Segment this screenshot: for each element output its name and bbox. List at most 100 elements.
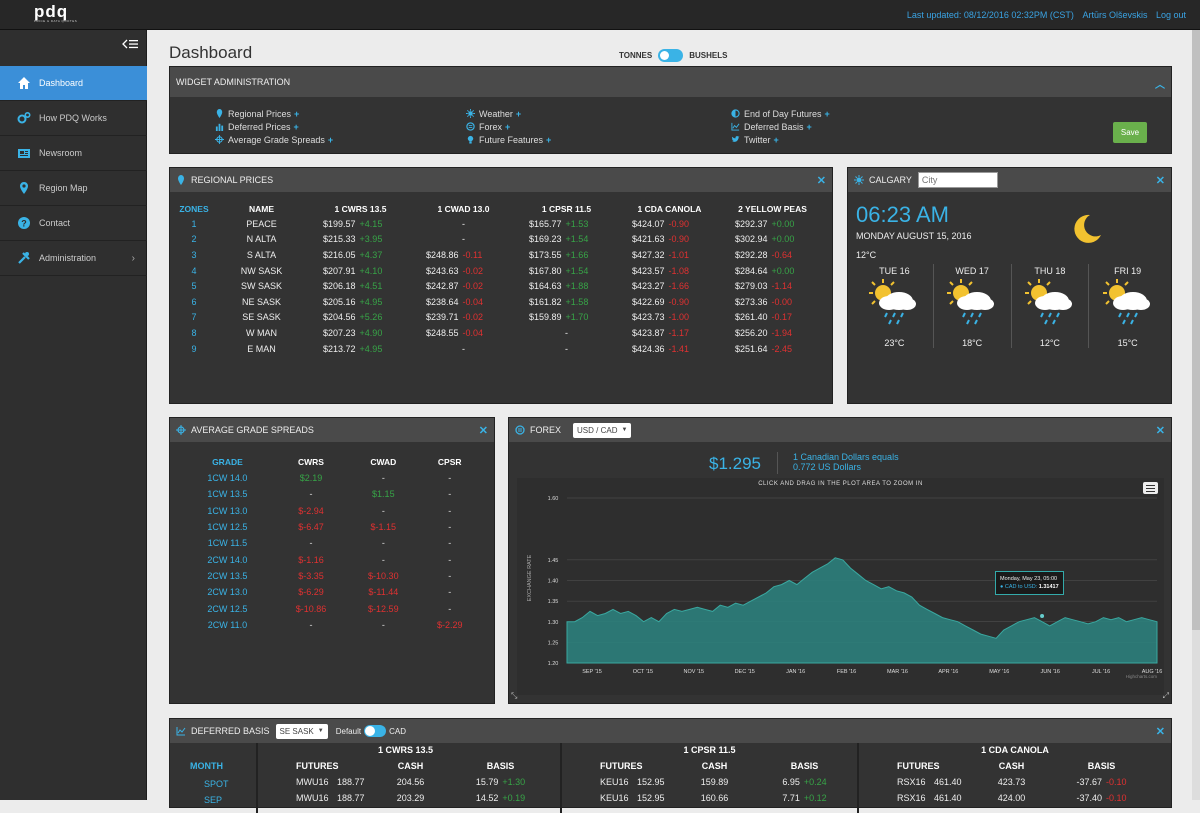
widget-item-end-of-day-futures[interactable]: End of Day Futures + xyxy=(731,107,981,120)
close-icon[interactable]: ✕ xyxy=(817,174,826,187)
column-header[interactable]: NAME xyxy=(214,202,309,216)
panel-header: REGIONAL PRICES ✕ xyxy=(170,168,832,192)
price-cell: $424.07 -0.90 xyxy=(618,216,721,232)
sidebar-item-administration[interactable]: Administration › xyxy=(0,241,147,276)
name-cell: N ALTA xyxy=(246,234,277,245)
column-header[interactable]: GRADE xyxy=(180,454,275,470)
column-header[interactable]: BASIS xyxy=(1054,761,1149,771)
widget-item-deferred-basis[interactable]: Deferred Basis + xyxy=(731,120,981,133)
chevron-right-icon: › xyxy=(131,252,135,264)
plus-icon[interactable]: + xyxy=(294,122,299,132)
table-row: 2CW 13.0 $-6.29 $-11.44 - xyxy=(180,584,480,600)
grade-spreads-panel: AVERAGE GRADE SPREADS ✕ GRADE CWRS CWAD CPS… xyxy=(169,417,495,704)
panel-header: WIDGET ADMINISTRATION ︿ xyxy=(170,67,1171,97)
price-cell: $215.33 +3.95 xyxy=(309,232,412,248)
resize-icon[interactable]: ⤡ xyxy=(511,691,517,701)
y-tick-label: 1.25 xyxy=(548,640,559,646)
currency-toggle[interactable] xyxy=(364,725,387,737)
spread-cell: $-1.15 xyxy=(370,522,397,533)
column-header[interactable]: 1 CDA CANOLA xyxy=(618,202,721,216)
bar-chart-icon xyxy=(215,123,224,131)
column-header[interactable]: BASIS xyxy=(453,761,548,771)
plus-icon[interactable]: + xyxy=(807,122,812,132)
price-cell: $167.80 +1.54 xyxy=(515,263,618,279)
logout-link[interactable]: Log out xyxy=(1156,10,1186,20)
close-icon[interactable]: ✕ xyxy=(1156,424,1165,437)
name-cell: S ALTA xyxy=(246,249,277,260)
moon-icon xyxy=(1074,214,1101,243)
plus-icon[interactable]: + xyxy=(294,109,299,119)
column-header[interactable]: BASIS xyxy=(757,761,852,771)
plus-icon[interactable]: + xyxy=(516,109,521,119)
sidebar-item-dashboard[interactable]: Dashboard xyxy=(0,66,147,101)
widget-item-average-grade-spreads[interactable]: Average Grade Spreads + xyxy=(215,133,465,146)
user-name[interactable]: Artūrs Olševskis xyxy=(1082,10,1147,20)
column-header[interactable]: FUTURES xyxy=(562,761,672,771)
plus-icon[interactable]: + xyxy=(328,135,333,145)
basis-change: -0.10 xyxy=(1106,777,1127,787)
column-header[interactable]: CPSR xyxy=(419,454,480,470)
collapse-sidebar-icon[interactable] xyxy=(122,38,138,52)
sidebar-item-contact[interactable]: ? Contact xyxy=(0,206,147,241)
column-header[interactable]: CWAD xyxy=(347,454,419,470)
close-icon[interactable]: ✕ xyxy=(1156,725,1165,738)
price-cell: $159.89 +1.70 xyxy=(515,310,618,326)
plus-icon[interactable]: + xyxy=(505,122,510,132)
table-row: KEU16 152.95 159.89 6.95 +0.24 xyxy=(562,774,857,790)
column-header[interactable]: CASH xyxy=(969,761,1054,771)
widget-item-twitter[interactable]: Twitter + xyxy=(731,133,981,146)
save-button[interactable]: Save xyxy=(1113,122,1147,143)
sidebar-item-newsroom[interactable]: Newsroom xyxy=(0,136,147,171)
x-tick-label: JUL '16 xyxy=(1092,669,1110,675)
unit-toggle-switch[interactable] xyxy=(658,49,684,62)
price-change: +4.15 xyxy=(359,218,383,229)
sidebar-item-how-pdq-works[interactable]: How PDQ Works xyxy=(0,101,147,136)
column-header[interactable]: CASH xyxy=(672,761,757,771)
currency-pair-select[interactable]: USD / CAD ▼ xyxy=(573,422,632,438)
panel-header: DEFERRED BASIS SE SASK ▼ Default CAD ✕ xyxy=(170,719,1171,743)
svg-text:?: ? xyxy=(21,219,27,229)
close-icon[interactable]: ✕ xyxy=(479,424,488,437)
plus-icon[interactable]: + xyxy=(825,109,830,119)
sidebar-item-region-map[interactable]: Region Map xyxy=(0,171,147,206)
forex-chart[interactable]: CLICK AND DRAG IN THE PLOT AREA TO ZOOM … xyxy=(517,478,1164,695)
basis-group-title: 1 CWRS 13.5 xyxy=(377,745,434,755)
forex-chart-svg[interactable]: 1.60 1.45 1.40 1.35 1.30 1.25 1.20 EXCHANGE RAT… xyxy=(517,478,1164,695)
forecast-day-name: THU 18 xyxy=(1034,266,1066,276)
plus-icon[interactable]: + xyxy=(774,135,779,145)
plus-icon[interactable]: + xyxy=(546,135,551,145)
price-value: $167.80 xyxy=(529,265,562,276)
futures-contract: RSX16 xyxy=(897,777,926,787)
price-value: $279.03 xyxy=(735,281,768,292)
close-icon[interactable]: ✕ xyxy=(1156,174,1165,187)
region-value: SE SASK xyxy=(279,726,314,736)
spread-cell: - xyxy=(381,505,385,516)
column-header[interactable]: 1 CWRS 13.5 xyxy=(309,202,412,216)
column-header[interactable]: CASH xyxy=(368,761,453,771)
column-header[interactable]: FUTURES xyxy=(859,761,969,771)
column-header[interactable]: 2 YELLOW PEAS xyxy=(721,202,824,216)
panel-header: CALGARY ✕ xyxy=(848,168,1171,192)
region-select[interactable]: SE SASK ▼ xyxy=(275,723,328,739)
name-cell: PEACE xyxy=(246,218,277,229)
widget-item-weather[interactable]: Weather + xyxy=(466,107,716,120)
widget-item-forex[interactable]: Forex + xyxy=(466,120,716,133)
map-marker-icon xyxy=(20,182,28,194)
futures-cell: MWU16 188.77 xyxy=(258,793,368,803)
futures-contract: RSX16 xyxy=(897,793,926,803)
column-header[interactable]: ZONES xyxy=(174,202,214,216)
resize-icon[interactable]: ⤢ xyxy=(1163,691,1169,701)
pdq-logo[interactable]: pdq PRICE & DATA QUOTES xyxy=(34,3,84,25)
widget-item-regional-prices[interactable]: Regional Prices + xyxy=(215,107,465,120)
column-header[interactable]: 1 CPSR 11.5 xyxy=(515,202,618,216)
partly-cloudy-rain-icon xyxy=(1102,279,1150,325)
city-input[interactable] xyxy=(917,172,998,188)
page-scrollbar[interactable] xyxy=(1192,30,1200,800)
widget-item-deferred-prices[interactable]: Deferred Prices + xyxy=(215,120,465,133)
chevron-up-icon[interactable]: ︿ xyxy=(1155,76,1165,91)
column-header[interactable]: FUTURES xyxy=(258,761,368,771)
column-header[interactable]: CWRS xyxy=(275,454,347,470)
column-header[interactable]: 1 CWAD 13.0 xyxy=(412,202,515,216)
widget-item-future-features[interactable]: Future Features + xyxy=(466,133,716,146)
price-change: -0.04 xyxy=(462,327,484,338)
